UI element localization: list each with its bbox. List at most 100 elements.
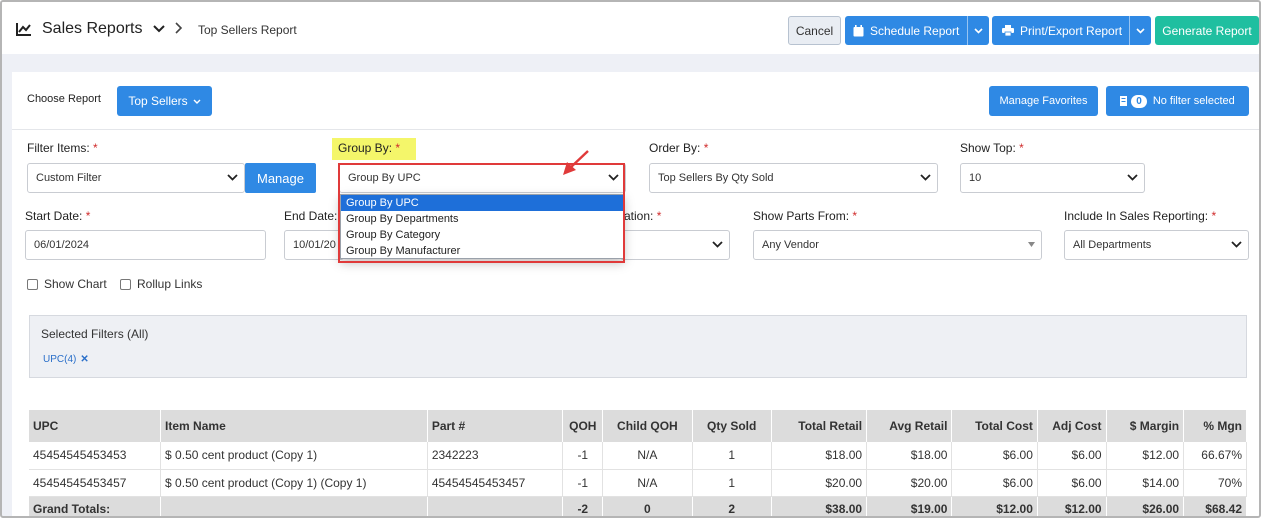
- print-export-label: Print/Export Report: [1020, 23, 1123, 38]
- start-date-input[interactable]: 06/01/2024: [25, 230, 266, 260]
- show-parts-label: Show Parts From: *: [753, 209, 857, 223]
- annotation-arrow-icon: [563, 150, 589, 175]
- column-header[interactable]: % Mgn: [1183, 410, 1247, 442]
- top-bar: Sales Reports Top Sellers Report Cancel …: [2, 2, 1259, 54]
- generate-report-button[interactable]: Generate Report: [1155, 16, 1259, 45]
- filter-items-label: Filter Items: *: [27, 141, 98, 155]
- table-cell: 45454545453457: [29, 469, 162, 497]
- table-cell: N/A: [602, 442, 693, 470]
- filter-chip[interactable]: UPC(4) ✕: [43, 354, 89, 365]
- location-select[interactable]: [620, 230, 730, 260]
- chevron-down-icon: [920, 174, 931, 181]
- column-header[interactable]: Avg Retail: [866, 410, 953, 442]
- generate-report-label: Generate Report: [1162, 23, 1252, 38]
- location-label-text: ation:: [624, 209, 654, 223]
- module-title: Sales Reports: [42, 20, 143, 37]
- table-cell: $20.00: [866, 469, 953, 497]
- show-top-select[interactable]: 10: [960, 163, 1145, 193]
- table-cell: [160, 496, 428, 516]
- chevron-down-icon: [974, 27, 983, 34]
- chevron-down-icon: [152, 25, 165, 33]
- table-cell: $20.00: [771, 469, 868, 497]
- column-header[interactable]: Qty Sold: [692, 410, 772, 442]
- chevron-down-icon: [1127, 174, 1138, 181]
- table-cell: $ 0.50 cent product (Copy 1) (Copy 1): [160, 469, 428, 497]
- filter-items-value: Custom Filter: [36, 172, 102, 184]
- column-header[interactable]: UPC: [29, 410, 162, 442]
- table-cell: Grand Totals:: [29, 496, 162, 516]
- end-date-label: End Date:: [284, 209, 338, 223]
- manage-favorites-label: Manage Favorites: [999, 95, 1088, 107]
- end-date-input[interactable]: 10/01/20: [284, 230, 344, 260]
- include-label-text: Include In Sales Reporting:: [1064, 209, 1209, 223]
- app-window: Sales Reports Top Sellers Report Cancel …: [0, 0, 1261, 518]
- manage-button[interactable]: Manage: [245, 163, 316, 193]
- start-date-value: 06/01/2024: [34, 239, 90, 251]
- results-table: UPC Item Name Part # QOH Child QOH Qty S…: [29, 410, 1247, 516]
- show-top-label: Show Top: *: [960, 141, 1024, 155]
- breadcrumb: Top Sellers Report: [198, 23, 297, 37]
- table-cell: $12.00: [1106, 442, 1185, 470]
- location-label: ation: *: [624, 209, 661, 223]
- end-date-value: 10/01/20: [293, 239, 336, 251]
- column-header[interactable]: Total Cost: [951, 410, 1038, 442]
- filter-status-label: No filter selected: [1152, 95, 1235, 107]
- table-cell: N/A: [602, 469, 693, 497]
- chevron-down-icon: [227, 174, 238, 181]
- column-header[interactable]: $ Margin: [1106, 410, 1185, 442]
- schedule-report-button[interactable]: Schedule Report: [845, 16, 989, 45]
- filter-icon: [1120, 96, 1128, 106]
- required-mark: *: [93, 141, 98, 155]
- table-cell: $19.00: [866, 496, 953, 516]
- show-chart-checkbox[interactable]: Show Chart: [27, 277, 107, 291]
- cancel-button-label: Cancel: [795, 23, 834, 38]
- rollup-links-label: Rollup Links: [137, 277, 203, 291]
- start-date-label: Start Date: *: [25, 209, 90, 223]
- order-by-label-text: Order By:: [649, 141, 701, 155]
- report-select-button[interactable]: Top Sellers: [117, 86, 212, 116]
- table-cell: $6.00: [1037, 469, 1107, 497]
- show-parts-select[interactable]: Any Vendor: [753, 230, 1042, 260]
- required-mark: *: [85, 209, 91, 223]
- required-mark: *: [395, 141, 401, 155]
- print-export-button[interactable]: Print/Export Report: [992, 16, 1151, 45]
- column-header[interactable]: Total Retail: [771, 410, 868, 442]
- include-select[interactable]: All Departments: [1064, 230, 1249, 260]
- chevron-down-icon: [1231, 241, 1242, 248]
- filter-status-button[interactable]: 0 No filter selected: [1106, 86, 1249, 116]
- table-cell: $12.00: [951, 496, 1038, 516]
- column-header[interactable]: Child QOH: [602, 410, 693, 442]
- module-switcher[interactable]: Sales Reports: [16, 20, 175, 38]
- table-cell: $18.00: [771, 442, 868, 470]
- chevron-down-icon: [712, 241, 723, 248]
- table-cell: -1: [562, 469, 604, 497]
- order-by-select[interactable]: Top Sellers By Qty Sold: [649, 163, 938, 193]
- table-cell: 2: [692, 496, 772, 516]
- table-cell: $68.42: [1183, 496, 1247, 516]
- column-header[interactable]: Part #: [427, 410, 564, 442]
- table-cell: $6.00: [951, 442, 1038, 470]
- table-row: 45454545453457 $ 0.50 cent product (Copy…: [29, 469, 1247, 497]
- table-cell: 0: [602, 496, 693, 516]
- table-cell: $ 0.50 cent product (Copy 1): [160, 442, 428, 470]
- close-icon[interactable]: ✕: [80, 354, 88, 365]
- checkbox-box: [27, 278, 38, 290]
- table-cell: $12.00: [1037, 496, 1107, 516]
- filter-items-select[interactable]: Custom Filter: [27, 163, 245, 193]
- caret-down-icon: [1028, 242, 1035, 247]
- chevron-down-icon: [193, 99, 201, 104]
- print-dropdown-toggle[interactable]: [1129, 16, 1151, 45]
- table-header-row: UPC Item Name Part # QOH Child QOH Qty S…: [29, 410, 1247, 442]
- schedule-dropdown-toggle[interactable]: [967, 16, 989, 45]
- table-cell: $6.00: [951, 469, 1038, 497]
- column-header[interactable]: QOH: [562, 410, 604, 442]
- column-header[interactable]: Item Name: [160, 410, 428, 442]
- checkbox-box: [120, 278, 131, 290]
- group-by-label: Group By: *: [338, 141, 400, 155]
- manage-favorites-button[interactable]: Manage Favorites: [989, 86, 1098, 116]
- filter-items-label-text: Filter Items:: [27, 141, 90, 155]
- cancel-button[interactable]: Cancel: [788, 16, 841, 45]
- chevron-right-icon: [175, 22, 183, 34]
- rollup-links-checkbox[interactable]: Rollup Links: [120, 277, 202, 291]
- column-header[interactable]: Adj Cost: [1037, 410, 1107, 442]
